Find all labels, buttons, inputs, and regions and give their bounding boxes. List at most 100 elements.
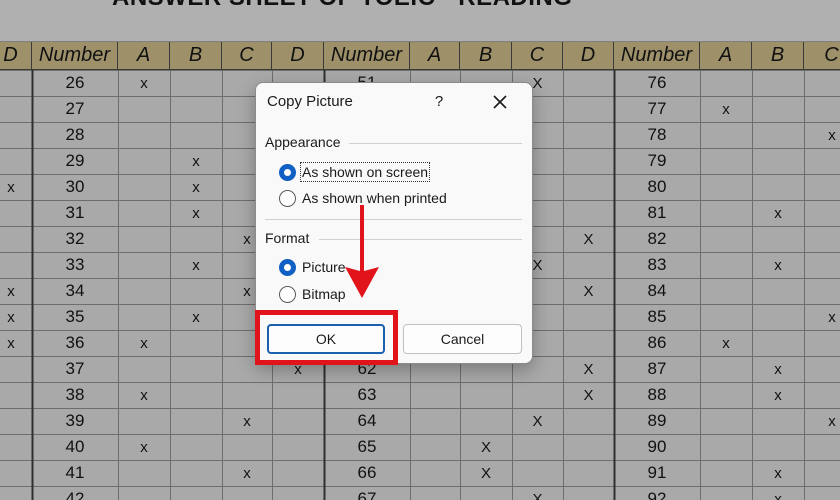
radio-button-checked[interactable] — [279, 258, 296, 276]
answer-mark-cell[interactable] — [118, 304, 170, 330]
answer-mark-cell[interactable] — [700, 486, 752, 500]
answer-mark-cell[interactable] — [804, 200, 840, 226]
answer-mark-cell[interactable] — [410, 408, 460, 434]
column-header[interactable]: B — [752, 42, 804, 70]
answer-mark-cell[interactable] — [170, 330, 222, 356]
answer-mark-cell[interactable] — [752, 174, 804, 200]
answer-mark-cell[interactable]: x — [222, 460, 272, 486]
question-number-cell[interactable]: 42 — [32, 486, 118, 500]
answer-mark-cell[interactable]: x — [700, 96, 752, 122]
column-header[interactable]: D — [0, 42, 32, 70]
answer-mark-cell[interactable] — [804, 226, 840, 252]
answer-mark-cell[interactable] — [563, 486, 614, 500]
answer-mark-cell[interactable]: X — [563, 382, 614, 408]
answer-mark-cell[interactable] — [563, 304, 614, 330]
answer-mark-cell[interactable]: x — [118, 70, 170, 96]
answer-mark-cell[interactable] — [170, 96, 222, 122]
answer-mark-cell[interactable] — [170, 356, 222, 382]
answer-mark-cell[interactable] — [804, 356, 840, 382]
answer-mark-cell[interactable] — [272, 486, 324, 500]
answer-mark-cell[interactable] — [0, 122, 32, 148]
answer-mark-cell[interactable]: x — [752, 382, 804, 408]
answer-mark-cell[interactable] — [700, 174, 752, 200]
answer-mark-cell[interactable] — [752, 434, 804, 460]
answer-mark-cell[interactable] — [118, 356, 170, 382]
column-header[interactable]: Number — [324, 42, 410, 70]
answer-mark-cell[interactable] — [804, 252, 840, 278]
column-header[interactable]: Number — [32, 42, 118, 70]
answer-mark-cell[interactable]: x — [222, 408, 272, 434]
answer-mark-cell[interactable]: x — [804, 304, 840, 330]
column-header[interactable]: C — [222, 42, 272, 70]
answer-mark-cell[interactable]: x — [752, 252, 804, 278]
answer-mark-cell[interactable] — [0, 460, 32, 486]
answer-mark-cell[interactable] — [700, 148, 752, 174]
question-number-cell[interactable]: 77 — [614, 96, 700, 122]
answer-mark-cell[interactable] — [700, 200, 752, 226]
question-number-cell[interactable]: 41 — [32, 460, 118, 486]
answer-mark-cell[interactable] — [272, 460, 324, 486]
question-number-cell[interactable]: 83 — [614, 252, 700, 278]
answer-mark-cell[interactable] — [170, 278, 222, 304]
answer-mark-cell[interactable]: x — [0, 330, 32, 356]
answer-mark-cell[interactable]: x — [0, 174, 32, 200]
answer-mark-cell[interactable] — [804, 96, 840, 122]
question-number-cell[interactable]: 38 — [32, 382, 118, 408]
answer-mark-cell[interactable]: X — [563, 278, 614, 304]
answer-mark-cell[interactable] — [804, 70, 840, 96]
answer-mark-cell[interactable]: X — [460, 434, 512, 460]
answer-mark-cell[interactable] — [0, 70, 32, 96]
answer-mark-cell[interactable] — [410, 460, 460, 486]
answer-mark-cell[interactable]: x — [0, 304, 32, 330]
answer-mark-cell[interactable] — [118, 486, 170, 500]
question-number-cell[interactable]: 82 — [614, 226, 700, 252]
answer-mark-cell[interactable] — [752, 70, 804, 96]
answer-mark-cell[interactable] — [272, 434, 324, 460]
question-number-cell[interactable]: 84 — [614, 278, 700, 304]
question-number-cell[interactable]: 35 — [32, 304, 118, 330]
radio-button[interactable] — [279, 189, 296, 207]
answer-mark-cell[interactable] — [700, 70, 752, 96]
answer-mark-cell[interactable] — [272, 408, 324, 434]
question-number-cell[interactable]: 79 — [614, 148, 700, 174]
question-number-cell[interactable]: 27 — [32, 96, 118, 122]
answer-mark-cell[interactable] — [752, 226, 804, 252]
answer-mark-cell[interactable] — [0, 226, 32, 252]
answer-mark-cell[interactable] — [700, 460, 752, 486]
question-number-cell[interactable]: 31 — [32, 200, 118, 226]
question-number-cell[interactable]: 29 — [32, 148, 118, 174]
answer-mark-cell[interactable] — [118, 460, 170, 486]
close-button[interactable] — [486, 89, 514, 115]
radio-as-shown-on-screen[interactable]: As shown on screen — [279, 162, 431, 182]
radio-button[interactable] — [279, 285, 296, 303]
answer-mark-cell[interactable] — [118, 252, 170, 278]
question-number-cell[interactable]: 30 — [32, 174, 118, 200]
answer-mark-cell[interactable] — [460, 486, 512, 500]
answer-mark-cell[interactable] — [0, 408, 32, 434]
answer-mark-cell[interactable] — [170, 382, 222, 408]
answer-mark-cell[interactable] — [563, 70, 614, 96]
column-header[interactable]: B — [460, 42, 512, 70]
answer-mark-cell[interactable] — [700, 382, 752, 408]
answer-mark-cell[interactable] — [410, 486, 460, 500]
answer-mark-cell[interactable] — [700, 434, 752, 460]
answer-mark-cell[interactable] — [118, 96, 170, 122]
answer-mark-cell[interactable] — [563, 460, 614, 486]
column-header[interactable]: A — [700, 42, 752, 70]
answer-mark-cell[interactable]: X — [563, 226, 614, 252]
answer-mark-cell[interactable] — [222, 486, 272, 500]
answer-mark-cell[interactable] — [752, 122, 804, 148]
question-number-cell[interactable]: 36 — [32, 330, 118, 356]
answer-mark-cell[interactable] — [170, 70, 222, 96]
answer-mark-cell[interactable]: x — [0, 278, 32, 304]
answer-mark-cell[interactable] — [563, 148, 614, 174]
answer-mark-cell[interactable] — [170, 408, 222, 434]
answer-mark-cell[interactable] — [512, 434, 563, 460]
answer-mark-cell[interactable] — [804, 382, 840, 408]
answer-mark-cell[interactable] — [0, 382, 32, 408]
question-number-cell[interactable]: 67 — [324, 486, 410, 500]
answer-mark-cell[interactable] — [700, 226, 752, 252]
answer-mark-cell[interactable] — [170, 460, 222, 486]
answer-mark-cell[interactable] — [700, 122, 752, 148]
answer-mark-cell[interactable]: x — [170, 304, 222, 330]
